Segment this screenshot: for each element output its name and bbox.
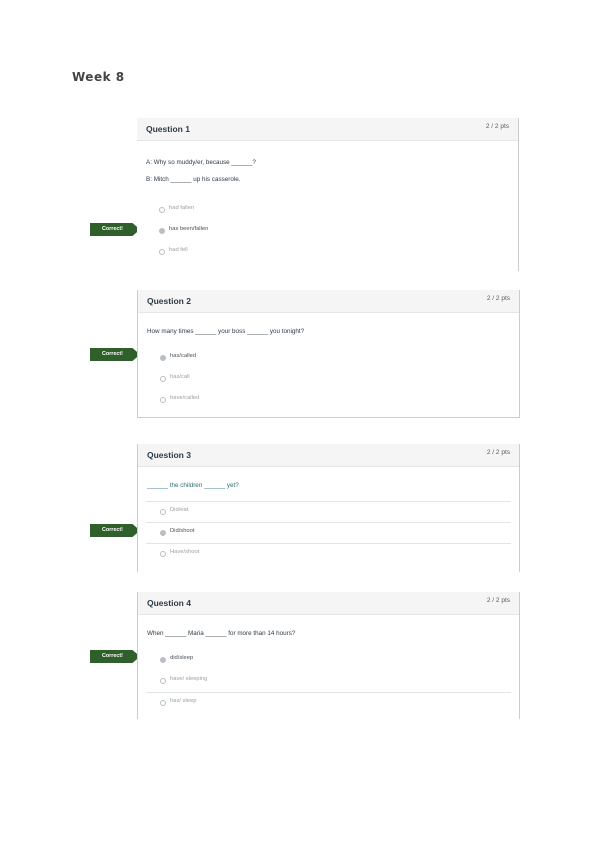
- question-text-line: A: Why so muddy/er, because ______?: [146, 159, 256, 166]
- question-card-4: Question 4 2 / 2 pts When ______ Maria _…: [137, 592, 520, 719]
- question-points: 2 / 2 pts: [486, 295, 510, 302]
- correct-flag: Correct!: [90, 650, 140, 663]
- question-header: Question 1 2 / 2 pts: [137, 118, 518, 141]
- radio-button[interactable]: [159, 207, 165, 213]
- answer-option[interactable]: had fell: [145, 242, 510, 262]
- question-title: Question 3: [147, 450, 191, 460]
- answer-label: Did/shoot: [170, 528, 195, 534]
- question-card-2: Question 2 2 / 2 pts How many times ____…: [137, 290, 520, 418]
- answer-label: did/sleep: [170, 655, 194, 661]
- question-text-line: How many times ______ your boss ______ y…: [147, 328, 305, 335]
- radio-button[interactable]: [160, 678, 166, 684]
- radio-button-selected[interactable]: [160, 657, 166, 663]
- radio-button[interactable]: [160, 397, 166, 403]
- answer-option[interactable]: have/called: [146, 390, 511, 410]
- radio-button[interactable]: [160, 509, 166, 515]
- radio-button-selected[interactable]: [160, 530, 166, 536]
- answer-option-selected[interactable]: did/sleep: [146, 650, 511, 670]
- answer-option-selected[interactable]: Did/shoot: [146, 522, 511, 543]
- answer-option-selected[interactable]: has been/fallen: [145, 221, 510, 241]
- question-header: Question 4 2 / 2 pts: [138, 592, 519, 615]
- answer-option[interactable]: have/ sleeping: [146, 671, 511, 691]
- correct-flag: Correct!: [90, 524, 140, 537]
- question-title: Question 2: [147, 296, 191, 306]
- radio-button[interactable]: [160, 700, 166, 706]
- answer-label: Did/eat: [170, 507, 189, 513]
- answer-label: had fallen: [169, 205, 195, 211]
- question-points: 2 / 2 pts: [485, 123, 509, 130]
- answer-label: has/called: [170, 353, 197, 359]
- answer-option-selected[interactable]: has/called: [146, 348, 511, 368]
- question-card-3: Question 3 2 / 2 pts ______ the children…: [137, 444, 520, 572]
- question-card-1: Question 1 2 / 2 pts A: Why so muddy/er,…: [137, 118, 519, 271]
- question-points: 2 / 2 pts: [486, 597, 510, 604]
- answer-option[interactable]: has/ sleep: [146, 692, 511, 713]
- answer-label: have/called: [170, 395, 200, 401]
- radio-button-selected[interactable]: [159, 228, 165, 234]
- answer-option[interactable]: Have/shoot: [146, 543, 511, 564]
- question-text-line: ______ the children ______ yet?: [147, 482, 239, 489]
- correct-flag: Correct!: [90, 348, 140, 361]
- answer-label: Have/shoot: [170, 549, 200, 555]
- answer-label: have/ sleeping: [170, 676, 208, 682]
- question-text-line: B: Mitch ______ up his casserole.: [146, 176, 241, 183]
- answer-option[interactable]: Did/eat: [146, 501, 511, 522]
- answer-option[interactable]: had fallen: [145, 200, 510, 220]
- answer-label: has/call: [170, 374, 190, 380]
- answer-label: has/ sleep: [170, 698, 197, 704]
- answer-label: had fell: [169, 247, 188, 253]
- radio-button[interactable]: [159, 249, 165, 255]
- radio-button[interactable]: [160, 551, 166, 557]
- answer-option[interactable]: has/call: [146, 369, 511, 389]
- question-points: 2 / 2 pts: [486, 449, 510, 456]
- question-title: Question 1: [146, 124, 190, 134]
- question-text-line: When ______ Maria ______ for more than 1…: [147, 630, 296, 637]
- radio-button[interactable]: [160, 376, 166, 382]
- quiz-results: Correct! Question 1 2 / 2 pts A: Why so …: [0, 0, 599, 848]
- answer-label: has been/fallen: [169, 226, 209, 232]
- correct-flag: Correct!: [90, 223, 140, 236]
- question-header: Question 2 2 / 2 pts: [138, 290, 519, 313]
- question-title: Question 4: [147, 598, 191, 608]
- question-header: Question 3 2 / 2 pts: [138, 444, 519, 467]
- radio-button-selected[interactable]: [160, 355, 166, 361]
